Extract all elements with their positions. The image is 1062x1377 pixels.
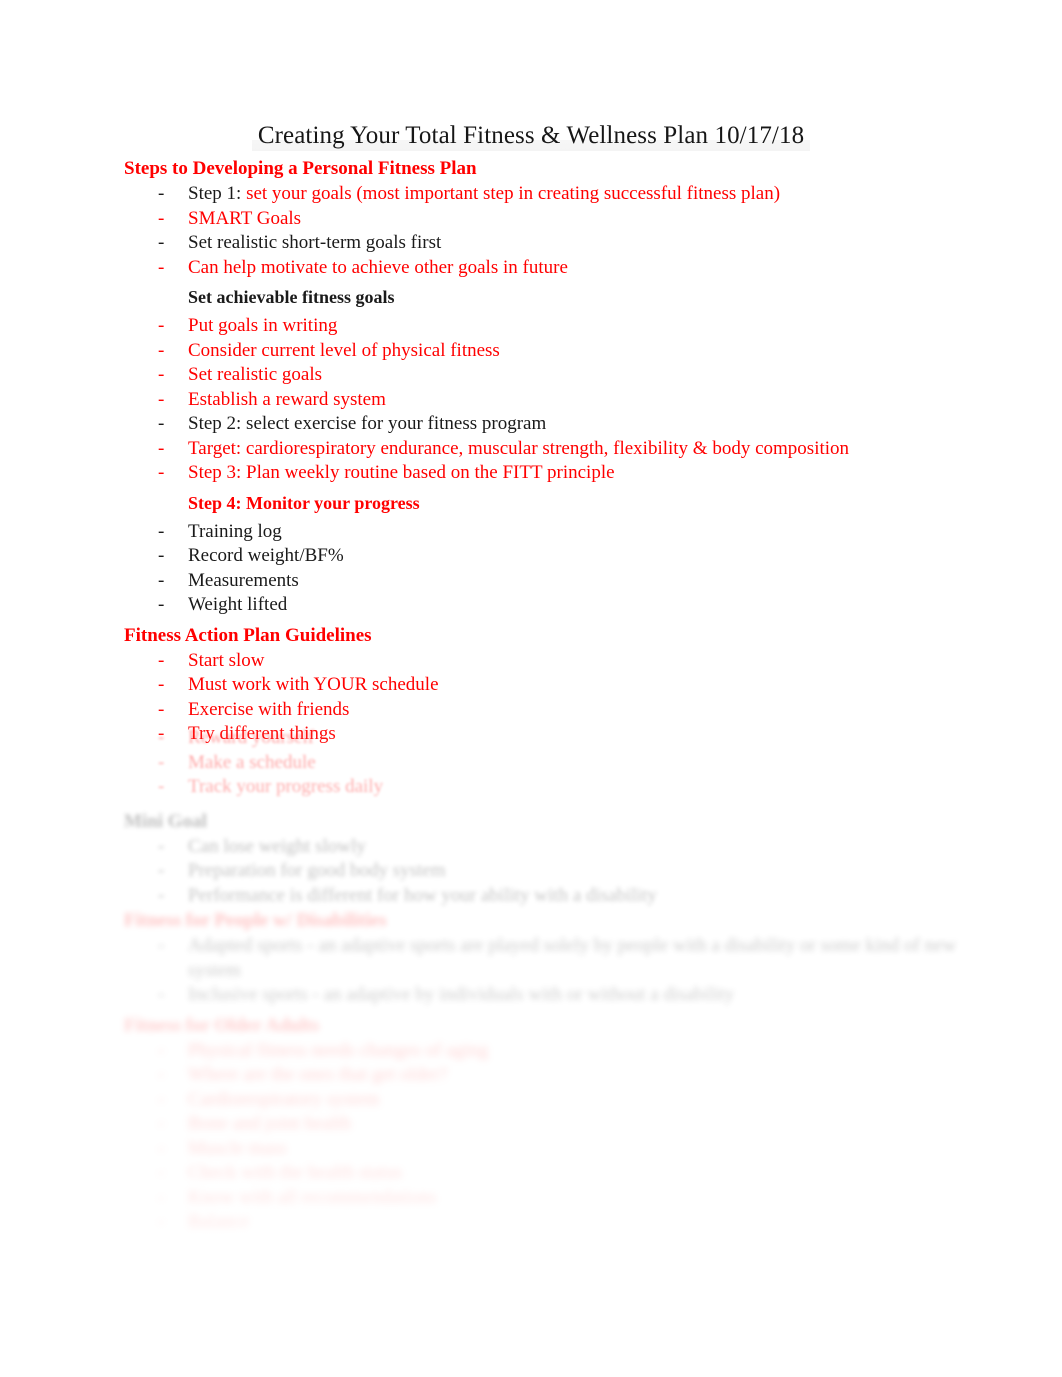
list-item: Track your progress daily [0, 775, 1062, 800]
list-item: Put goals in writing [0, 314, 1062, 339]
list-item: Muscle mass [0, 1137, 1062, 1162]
ghost-block-disabilities-items: Adapted sports - an adaptive sports are … [0, 934, 1062, 1008]
illegible-lower-content: Reward yourself Make a schedule Track yo… [0, 726, 1062, 1235]
list-item: Step 3: Plan weekly routine based on the… [0, 461, 1062, 486]
list-item: Measurements [0, 569, 1062, 594]
section-heading: Fitness for Older Adults [124, 1014, 320, 1036]
ghost-block-rewards: Reward yourself Make a schedule Track yo… [0, 726, 1062, 800]
list-item: Exercise with friends [0, 698, 1062, 723]
ghost-heading-older-adults: Fitness for Older Adults [0, 1013, 1062, 1039]
section-heading: Mini Goal [124, 810, 207, 832]
list-item: Bone and joint health [0, 1112, 1062, 1137]
list-item: Set realistic goals [0, 363, 1062, 388]
list-item: Know with all recommendations [0, 1186, 1062, 1211]
bullet-rest: set your goals (most important step in c… [246, 183, 781, 204]
list-item: Make a schedule [0, 751, 1062, 776]
list-item: Adapted sports - an adaptive sports are … [0, 934, 1062, 983]
list-item: Cardiorespiratory system [0, 1088, 1062, 1113]
list-item: Reward yourself [0, 726, 1062, 751]
section-heading-action-plan: Fitness Action Plan Guidelines [124, 624, 372, 646]
ghost-block-mini-goal-items: Can lose weight slowly Preparation for g… [0, 835, 1062, 909]
list-item: Can help motivate to achieve other goals… [0, 256, 1062, 281]
bullet-lead: Step 1: [188, 183, 247, 204]
list-item: Preparation for good body system [0, 859, 1062, 884]
list-item: Start slow [0, 649, 1062, 674]
page-title: Creating Your Total Fitness & Wellness P… [0, 120, 1062, 152]
document-page: Creating Your Total Fitness & Wellness P… [0, 0, 1062, 1377]
list-item: Weight lifted [0, 593, 1062, 618]
list-item: Check with the health status [0, 1161, 1062, 1186]
subheading-step-4: Step 4: Monitor your progress [188, 492, 420, 513]
list-item: Can lose weight slowly [0, 835, 1062, 860]
list-item: Inclusive sports - an adaptive by indivi… [0, 983, 1062, 1008]
list-item: Physical fitness needs changes of aging [0, 1039, 1062, 1064]
document-body: Steps to Developing a Personal Fitness P… [0, 156, 1062, 747]
list-item: Performance is different for how your ab… [0, 884, 1062, 909]
list-item: Consider current level of physical fitne… [0, 339, 1062, 364]
list-item: Where are the ones that get older? [0, 1063, 1062, 1088]
section-heading: Fitness for People w/ Disabilities [124, 910, 387, 931]
list-item: SMART Goals [0, 207, 1062, 232]
list-item: Step 2: select exercise for your fitness… [0, 412, 1062, 437]
subheading-set-achievable-goals: Set achievable fitness goals [188, 287, 395, 307]
ghost-heading-disabilities: Fitness for People w/ Disabilities [0, 908, 1062, 934]
section-heading-steps: Steps to Developing a Personal Fitness P… [124, 158, 477, 179]
list-item: Record weight/BF% [0, 544, 1062, 569]
list-item: Must work with YOUR schedule [0, 673, 1062, 698]
list-item: Target: cardiorespiratory endurance, mus… [0, 437, 1062, 462]
page-title-text: Creating Your Total Fitness & Wellness P… [251, 122, 811, 151]
ghost-heading-mini-goal: Mini Goal [0, 809, 1062, 835]
list-item: Establish a reward system [0, 388, 1062, 413]
list-item: Set realistic short-term goals first [0, 231, 1062, 256]
ghost-block-older-adults-items: Physical fitness needs changes of aging … [0, 1039, 1062, 1235]
list-item: Step 1: set your goals (most important s… [0, 182, 1062, 207]
list-item: Balance [0, 1210, 1062, 1235]
list-item: Training log [0, 520, 1062, 545]
